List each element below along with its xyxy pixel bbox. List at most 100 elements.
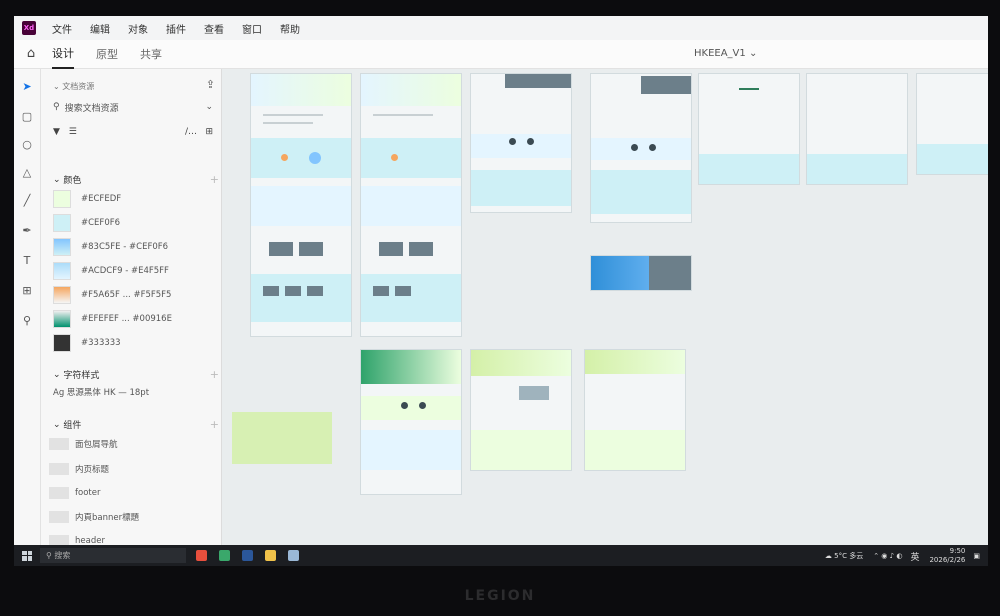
menu-window[interactable]: 窗口 (242, 21, 262, 36)
text-tool-icon[interactable]: T (21, 255, 33, 267)
ime-indicator[interactable]: 英 (910, 550, 919, 563)
folder-icon[interactable] (265, 550, 276, 561)
document-name[interactable]: HKEEA_V1 ⌄ (694, 48, 757, 59)
home-icon[interactable]: ⌂ (24, 47, 38, 61)
character-styles-heading: 字符样式 (63, 371, 100, 381)
component-item[interactable]: 内頁banner標題 (49, 508, 139, 526)
color-label: #ECFEDF (81, 194, 122, 204)
chrome-icon[interactable] (196, 550, 207, 561)
circle-marker (281, 154, 288, 161)
artboard[interactable] (250, 73, 352, 337)
windows-start-icon[interactable] (22, 550, 32, 561)
menu-help[interactable]: 帮助 (280, 21, 300, 36)
color-swatch (53, 238, 71, 256)
components-header[interactable]: ⌄ 组件 + (53, 418, 219, 431)
color-label: #EFEFEF ... #00916E (81, 314, 172, 324)
component-item[interactable]: 面包屑导航 (49, 435, 118, 453)
color-swatch (53, 334, 71, 352)
pen-tool-icon[interactable]: ✒ (21, 225, 33, 237)
design-canvas[interactable] (222, 69, 988, 545)
banner-artboard[interactable] (590, 255, 692, 291)
color-label: #333333 (81, 338, 121, 348)
grid-view-icon[interactable]: ⊞ (205, 127, 213, 137)
tray-icons[interactable]: ⌃ ◉ ♪ ◐ (873, 552, 902, 560)
app-icon[interactable] (288, 550, 299, 561)
tool-bar: ➤ ▢ ○ △ ╱ ✒ T ⊞ ⚲ (14, 69, 41, 566)
banner-photo (505, 74, 571, 88)
artboard[interactable] (698, 73, 800, 185)
artboard[interactable] (590, 73, 692, 223)
ellipse-tool-icon[interactable]: ○ (21, 139, 33, 151)
add-style-icon[interactable]: + (210, 368, 219, 381)
artboard-header (361, 350, 461, 384)
word-icon[interactable] (242, 550, 253, 561)
edit-icon[interactable]: /… (185, 127, 197, 137)
artboard[interactable] (360, 73, 462, 337)
add-color-icon[interactable]: + (210, 173, 219, 186)
character-styles-header[interactable]: ⌄ 字符样式 + (53, 368, 219, 381)
rectangle-tool-icon[interactable]: ▢ (21, 111, 33, 123)
artboard[interactable] (470, 73, 572, 213)
footer-section (699, 154, 799, 184)
artboard[interactable] (584, 349, 686, 471)
text-line (263, 122, 313, 124)
tab-design[interactable]: 设计 (52, 39, 74, 69)
banner-photo (649, 256, 691, 290)
component-item[interactable]: 内页标题 (49, 460, 109, 478)
artboard[interactable] (470, 349, 572, 471)
component-label: 内頁banner標題 (75, 513, 140, 523)
color-swatch-item[interactable]: #CEF0F6 (53, 214, 120, 232)
circle-marker (391, 154, 398, 161)
menu-object[interactable]: 对象 (128, 21, 148, 36)
artboard-section (591, 170, 691, 214)
list-view-icon[interactable]: ☰ (69, 127, 77, 137)
green-rectangle[interactable] (232, 412, 332, 464)
line-tool-icon[interactable]: ╱ (21, 195, 33, 207)
menu-edit[interactable]: 编辑 (90, 21, 110, 36)
search-input[interactable]: ⚲ 搜索文档资源 ⌄ (53, 99, 213, 115)
component-item[interactable]: footer (49, 484, 100, 502)
artboard-header (361, 74, 461, 106)
file-icon[interactable] (219, 550, 230, 561)
component-thumbnail (49, 511, 69, 523)
filter-row: ▼ ☰ /… ⊞ (53, 127, 213, 141)
polygon-tool-icon[interactable]: △ (21, 167, 33, 179)
tab-share[interactable]: 共享 (140, 40, 162, 68)
zoom-tool-icon[interactable]: ⚲ (21, 315, 33, 327)
text-line (373, 114, 433, 116)
calendar-section (251, 186, 351, 226)
menu-file[interactable]: 文件 (52, 21, 72, 36)
footer-section (917, 144, 988, 174)
color-swatch (53, 190, 71, 208)
weather-text[interactable]: 5°C 多云 (834, 551, 863, 561)
menu-plugins[interactable]: 插件 (166, 21, 186, 36)
color-swatch-item[interactable]: #ECFEDF (53, 190, 121, 208)
color-swatch-item[interactable]: #EFEFEF ... #00916E (53, 310, 172, 328)
banner-photo (641, 76, 691, 94)
photo-thumbnail (269, 242, 293, 256)
add-component-icon[interactable]: + (210, 418, 219, 431)
share-icon[interactable]: ⇪ (206, 78, 215, 91)
chevron-down-icon: ⌄ (748, 48, 758, 59)
filter-icon[interactable]: ▼ (53, 127, 60, 137)
color-swatch-item[interactable]: #ACDCF9 - #E4F5FF (53, 262, 169, 280)
color-swatch-item[interactable]: #83C5FE - #CEF0F6 (53, 238, 168, 256)
color-swatch-item[interactable]: #F5A65F ... #F5F5F5 (53, 286, 171, 304)
select-tool-icon[interactable]: ➤ (21, 81, 33, 93)
clock[interactable]: 9:50 2026/2/26 (929, 547, 965, 565)
artboard[interactable] (916, 73, 988, 175)
photo-thumbnail (307, 286, 323, 296)
chevron-down-icon[interactable]: ⌄ (205, 102, 213, 112)
colors-section-header[interactable]: ⌄ 颜色 + (53, 173, 219, 186)
artboard-tool-icon[interactable]: ⊞ (21, 285, 33, 297)
artboard[interactable] (360, 349, 462, 495)
taskbar-search[interactable]: ⚲ 搜索 (40, 548, 186, 563)
notification-icon[interactable]: ▣ (973, 552, 980, 560)
color-swatch-item[interactable]: #333333 (53, 334, 121, 352)
color-label: #CEF0F6 (81, 218, 121, 228)
artboard[interactable] (806, 73, 908, 185)
tab-prototype[interactable]: 原型 (96, 40, 118, 68)
character-style-item[interactable]: Ag 思源黑体 HK — 18pt (53, 386, 149, 398)
menu-view[interactable]: 查看 (204, 21, 224, 36)
circle-marker (509, 138, 516, 145)
